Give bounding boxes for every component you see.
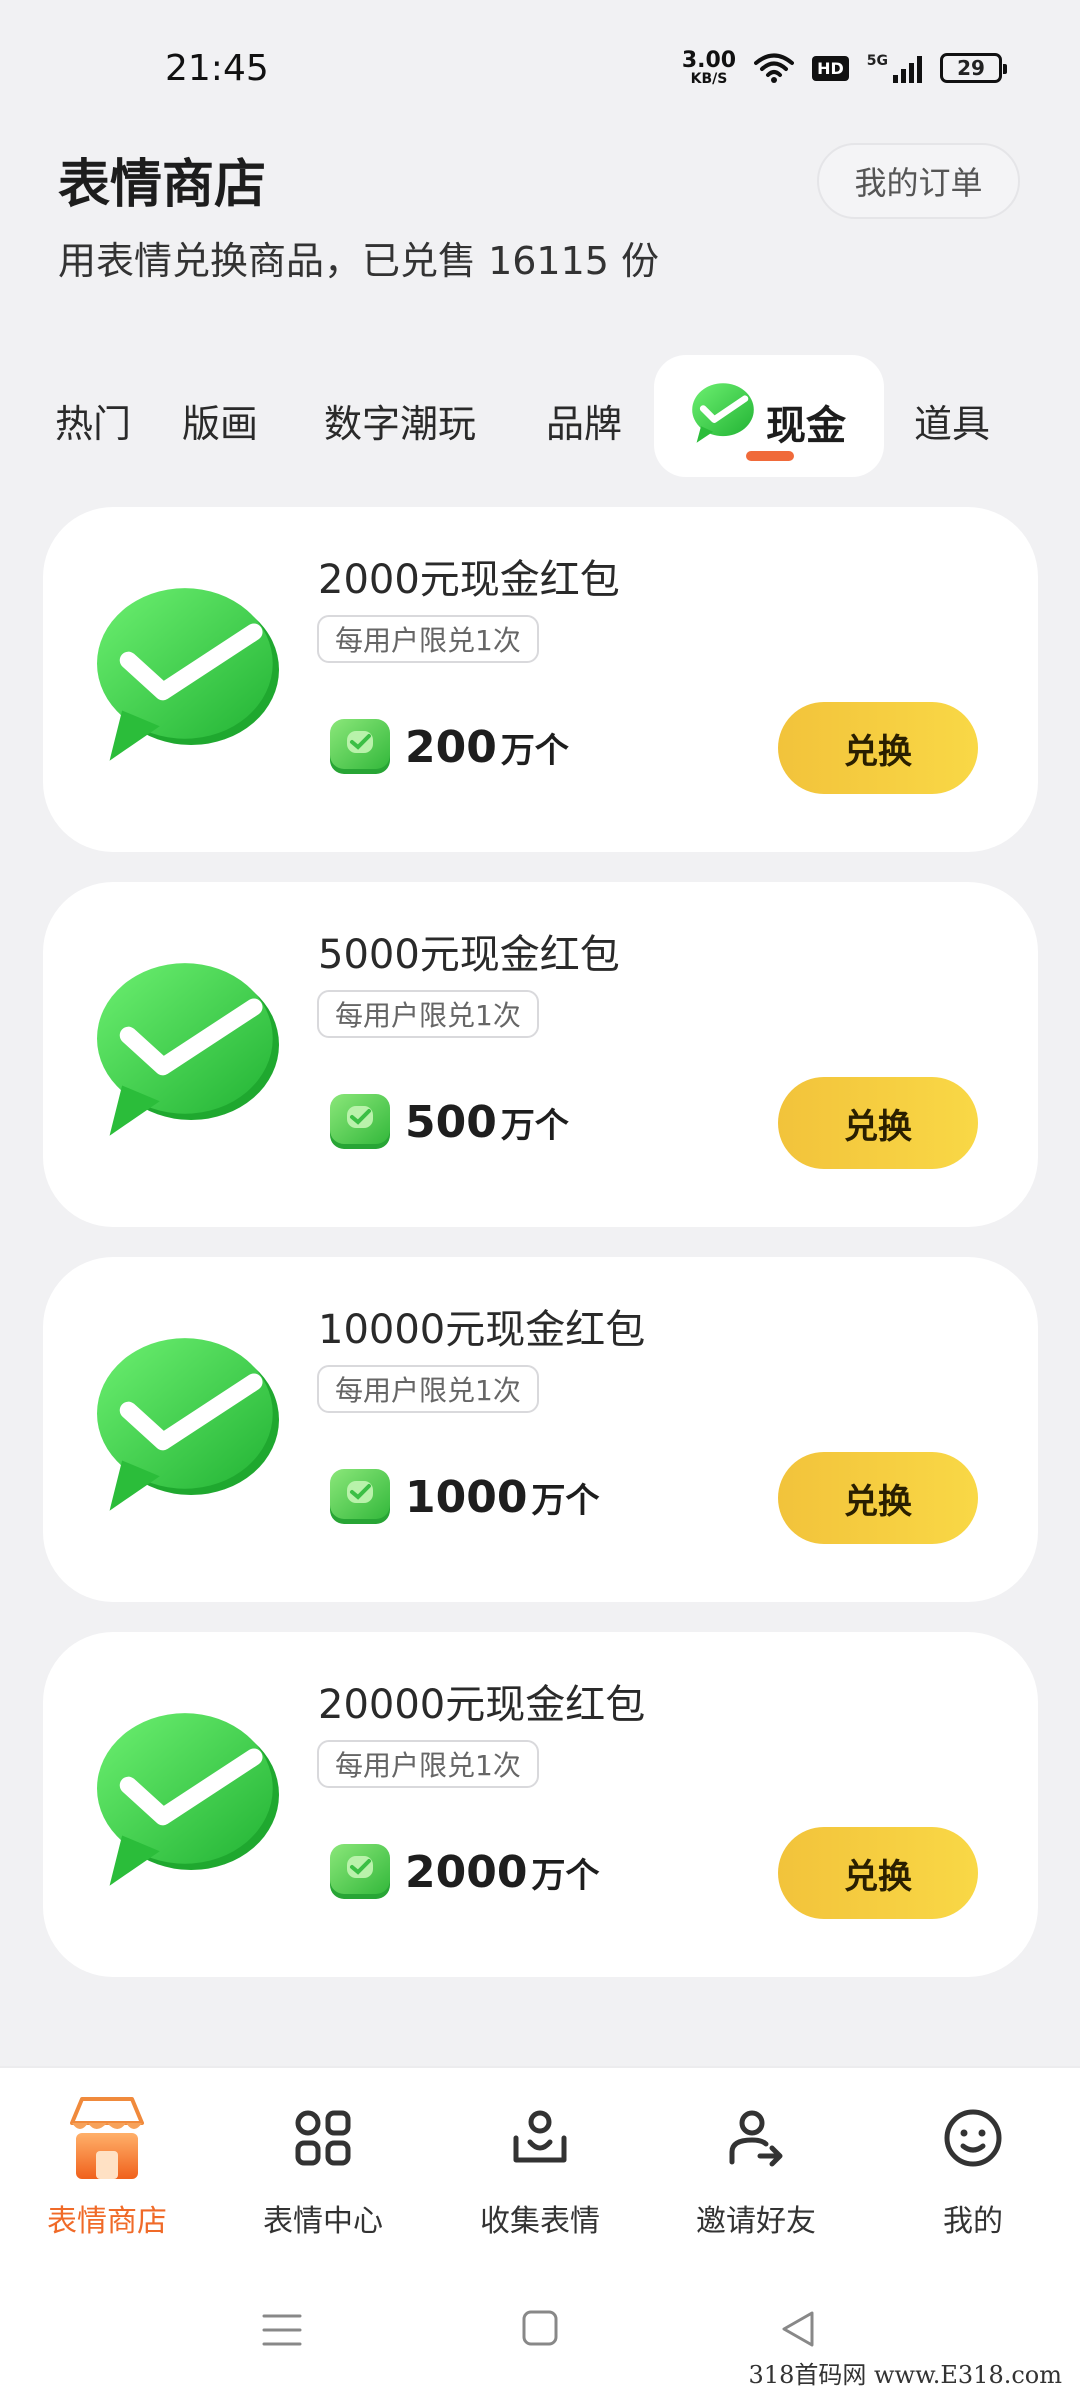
product-card: 10000元现金红包 每用户限兑1次 1000 万个 兑换 [43, 1257, 1038, 1602]
tab-props[interactable]: 道具 [914, 393, 990, 448]
back-key-icon[interactable] [780, 2310, 816, 2348]
nav-item-me[interactable]: 我的 [883, 2088, 1063, 2240]
nav-item-invite[interactable]: 邀请好友 [666, 2088, 846, 2240]
net-speed-value: 3.00 [681, 48, 737, 73]
collect-icon [513, 2110, 567, 2163]
status-bar: 21:45 3.00 KB/S HD 5G 29 [0, 0, 1080, 140]
redeem-button[interactable]: 兑换 [778, 1077, 978, 1169]
product-card: 20000元现金红包 每用户限兑1次 2000 万个 兑换 [43, 1632, 1038, 1977]
nav-item-collect[interactable]: 收集表情 [450, 2088, 630, 2240]
product-title: 2000元现金红包 [318, 557, 620, 603]
tab-cash-label: 现金 [766, 403, 846, 449]
product-price: 200 万个 [327, 717, 569, 777]
price-value: 2000 [405, 1846, 528, 1898]
tab-hot[interactable]: 热门 [55, 393, 131, 448]
nav-label: 表情中心 [263, 2204, 383, 2239]
network-type: 5G [866, 53, 888, 69]
page-title: 表情商店 [58, 155, 267, 215]
nav-label: 收集表情 [480, 2204, 600, 2239]
limit-badge: 每用户限兑1次 [317, 615, 539, 663]
limit-badge: 每用户限兑1次 [317, 1740, 539, 1788]
nav-item-emoji-center[interactable]: 表情中心 [233, 2088, 413, 2240]
category-tabs: 热门 版画 数字潮玩 品牌 现金 道具 [0, 355, 1080, 480]
wechat-check-icon [97, 1338, 279, 1511]
nav-label: 我的 [943, 2204, 1003, 2239]
my-orders-button[interactable]: 我的订单 [817, 143, 1020, 219]
coin-icon [330, 719, 390, 774]
smiley-icon [944, 2109, 1002, 2167]
price-unit: 万个 [531, 1855, 600, 1896]
coin-icon [330, 1094, 390, 1149]
product-price: 500 万个 [327, 1092, 569, 1152]
grid-icon [295, 2110, 351, 2166]
nav-item-emoji-shop[interactable]: 表情商店 [17, 2088, 197, 2240]
product-card: 5000元现金红包 每用户限兑1次 500 万个 兑换 [43, 882, 1038, 1227]
tab-prints[interactable]: 版画 [182, 393, 258, 448]
net-speed-unit: KB/S [690, 71, 728, 87]
tab-digital-toys[interactable]: 数字潮玩 [324, 393, 476, 448]
wechat-check-icon [97, 1713, 279, 1886]
redeem-button[interactable]: 兑换 [778, 1452, 978, 1544]
net-speed: 3.00 KB/S [681, 48, 737, 87]
system-navigation [0, 2300, 1080, 2360]
watermark: 318首码网 www.E318.com [748, 2361, 1062, 2389]
redeem-button[interactable]: 兑换 [778, 1827, 978, 1919]
signal-icon: 5G [867, 53, 922, 83]
coin-icon [330, 1844, 390, 1899]
product-price: 2000 万个 [327, 1842, 599, 1902]
nav-label: 表情商店 [47, 2204, 167, 2239]
product-title: 5000元现金红包 [318, 932, 620, 978]
tab-brand[interactable]: 品牌 [546, 393, 622, 448]
product-card: 2000元现金红包 每用户限兑1次 200 万个 兑换 [43, 507, 1038, 852]
menu-key-icon[interactable] [262, 2310, 302, 2350]
tab-cash[interactable]: 现金 [654, 355, 884, 477]
price-unit: 万个 [500, 1105, 569, 1146]
battery-icon: 29 [940, 53, 1007, 83]
limit-badge: 每用户限兑1次 [317, 990, 539, 1038]
nav-label: 邀请好友 [696, 2204, 816, 2239]
limit-badge: 每用户限兑1次 [317, 1365, 539, 1413]
wechat-check-icon [692, 383, 754, 443]
wifi-icon [754, 53, 795, 83]
battery-level: 29 [957, 56, 985, 80]
product-price: 1000 万个 [327, 1467, 599, 1527]
page-subtitle: 用表情兑换商品，已兑售 16115 份 [58, 239, 660, 283]
shop-icon [70, 2097, 144, 2179]
tab-active-indicator [746, 451, 794, 461]
product-title: 10000元现金红包 [318, 1307, 646, 1353]
redeem-button[interactable]: 兑换 [778, 702, 978, 794]
price-unit: 万个 [500, 730, 569, 771]
invite-icon [729, 2110, 783, 2167]
price-value: 500 [405, 1096, 497, 1148]
coin-icon [330, 1469, 390, 1524]
price-value: 200 [405, 721, 497, 773]
price-value: 1000 [405, 1471, 528, 1523]
status-time: 21:45 [165, 48, 269, 89]
price-unit: 万个 [531, 1480, 600, 1521]
hd-badge: HD [812, 55, 849, 81]
product-title: 20000元现金红包 [318, 1682, 646, 1728]
home-key-icon[interactable] [522, 2310, 558, 2346]
wechat-check-icon [97, 588, 279, 761]
status-icons: 3.00 KB/S HD 5G 29 [681, 48, 1007, 87]
wechat-check-icon [97, 963, 279, 1136]
